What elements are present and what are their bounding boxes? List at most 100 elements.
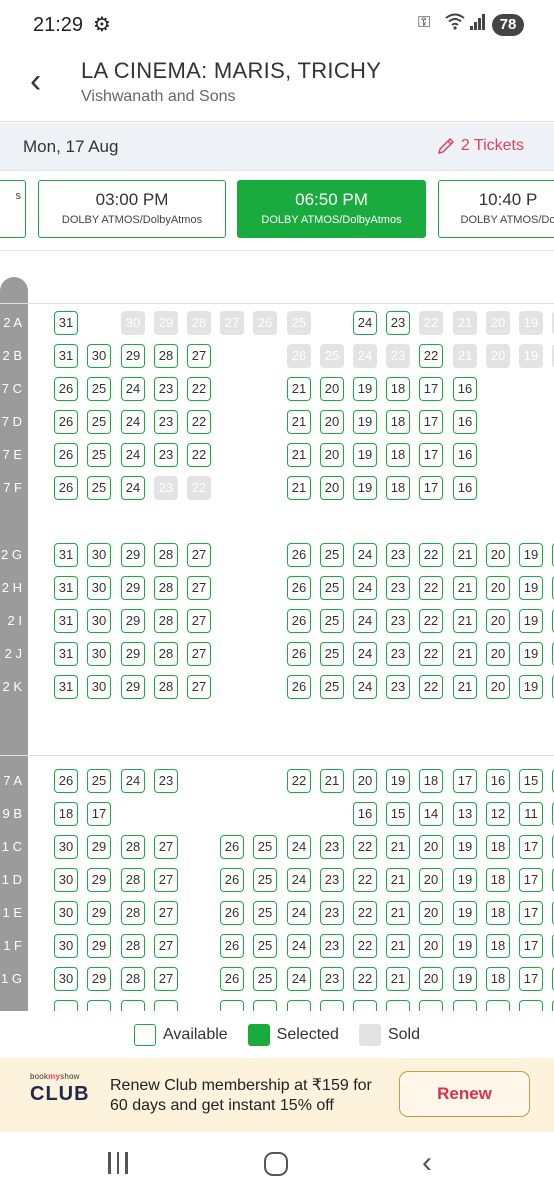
seat[interactable]: 31 (54, 642, 78, 666)
seat[interactable]: 20 (419, 835, 443, 859)
seat[interactable]: 23 (386, 675, 410, 699)
seat[interactable]: 24 (287, 901, 311, 925)
seat[interactable]: 18 (486, 967, 510, 991)
seat[interactable]: 18 (386, 476, 410, 500)
seat[interactable]: 27 (187, 642, 211, 666)
seat[interactable]: 20 (486, 311, 510, 335)
seat[interactable] (486, 1000, 510, 1011)
seat[interactable]: 31 (54, 609, 78, 633)
seat[interactable]: 19 (519, 675, 543, 699)
seat[interactable]: 23 (386, 344, 410, 368)
seat[interactable]: 17 (453, 769, 477, 793)
seat[interactable]: 22 (419, 311, 443, 335)
seat[interactable]: 19 (453, 901, 477, 925)
seat[interactable]: 21 (287, 443, 311, 467)
seat[interactable]: 22 (419, 609, 443, 633)
seat[interactable]: 28 (121, 901, 145, 925)
seat[interactable]: 23 (154, 410, 178, 434)
seat[interactable]: 26 (220, 901, 244, 925)
seat[interactable]: 22 (419, 675, 443, 699)
seat[interactable]: 24 (121, 443, 145, 467)
seat[interactable]: 18 (486, 934, 510, 958)
seat[interactable]: 28 (121, 934, 145, 958)
showtime-card[interactable]: 10:40 P DOLBY ATMOS/Do (438, 180, 554, 238)
seat[interactable]: 19 (453, 967, 477, 991)
seat[interactable]: 23 (154, 476, 178, 500)
seat[interactable]: 31 (54, 344, 78, 368)
seat[interactable]: 27 (187, 344, 211, 368)
seat[interactable]: 26 (287, 344, 311, 368)
seat[interactable]: 19 (519, 576, 543, 600)
seat[interactable]: 18 (54, 802, 78, 826)
seat[interactable]: 22 (353, 967, 377, 991)
seat[interactable]: 20 (486, 543, 510, 567)
seat[interactable]: 18 (486, 835, 510, 859)
seat[interactable]: 25 (320, 642, 344, 666)
seat[interactable]: 30 (87, 609, 111, 633)
seat[interactable]: 19 (519, 642, 543, 666)
seat[interactable]: 17 (87, 802, 111, 826)
nav-back-icon[interactable]: ‹ (422, 1148, 432, 1178)
seat[interactable] (453, 1000, 477, 1011)
seat[interactable]: 31 (54, 543, 78, 567)
seat[interactable]: 20 (320, 476, 344, 500)
seat[interactable]: 21 (453, 642, 477, 666)
seat[interactable]: 20 (353, 769, 377, 793)
seat[interactable]: 18 (386, 410, 410, 434)
showtime-card[interactable]: s (0, 180, 26, 238)
seat[interactable]: 13 (453, 802, 477, 826)
seat[interactable] (154, 1000, 178, 1011)
seat[interactable]: 24 (121, 410, 145, 434)
seat[interactable]: 25 (253, 934, 277, 958)
seat[interactable]: 24 (287, 835, 311, 859)
seat[interactable]: 21 (386, 835, 410, 859)
seat[interactable]: 20 (419, 868, 443, 892)
seat[interactable]: 22 (353, 835, 377, 859)
seat[interactable]: 28 (154, 576, 178, 600)
seat[interactable]: 26 (54, 410, 78, 434)
seat[interactable]: 24 (353, 609, 377, 633)
seat[interactable]: 21 (287, 410, 311, 434)
seat[interactable]: 26 (220, 868, 244, 892)
seat[interactable]: 19 (386, 769, 410, 793)
seat[interactable]: 20 (320, 443, 344, 467)
seat[interactable]: 21 (386, 967, 410, 991)
seat[interactable]: 25 (87, 443, 111, 467)
seat[interactable]: 24 (353, 344, 377, 368)
seat[interactable]: 29 (87, 934, 111, 958)
seat[interactable]: 20 (486, 609, 510, 633)
seat[interactable]: 28 (121, 967, 145, 991)
seat[interactable]: 18 (486, 901, 510, 925)
seat[interactable]: 25 (253, 868, 277, 892)
seat[interactable]: 19 (519, 543, 543, 567)
seat[interactable] (54, 1000, 78, 1011)
seat[interactable]: 18 (486, 868, 510, 892)
seat[interactable]: 31 (54, 675, 78, 699)
seat[interactable]: 22 (419, 576, 443, 600)
seat[interactable]: 26 (287, 576, 311, 600)
seat[interactable]: 24 (287, 967, 311, 991)
seat[interactable]: 25 (253, 967, 277, 991)
seat[interactable]: 21 (453, 675, 477, 699)
seat[interactable]: 24 (353, 543, 377, 567)
seat[interactable]: 20 (486, 344, 510, 368)
seat[interactable]: 21 (320, 769, 344, 793)
seat[interactable]: 18 (419, 769, 443, 793)
seat[interactable]: 20 (486, 675, 510, 699)
seat[interactable]: 22 (187, 410, 211, 434)
seat[interactable]: 17 (419, 410, 443, 434)
seat[interactable]: 16 (353, 802, 377, 826)
seat[interactable]: 22 (187, 377, 211, 401)
showtime-card[interactable]: 06:50 PM DOLBY ATMOS/DolbyAtmos (237, 180, 426, 238)
seat[interactable]: 25 (320, 344, 344, 368)
seat[interactable]: 24 (353, 311, 377, 335)
seat[interactable]: 29 (121, 675, 145, 699)
seat[interactable]: 22 (353, 934, 377, 958)
seat[interactable]: 20 (320, 410, 344, 434)
seat[interactable]: 21 (386, 868, 410, 892)
seat[interactable]: 29 (121, 543, 145, 567)
seat[interactable]: 30 (54, 835, 78, 859)
seat[interactable]: 17 (519, 901, 543, 925)
seat[interactable]: 24 (353, 642, 377, 666)
seat[interactable]: 29 (87, 835, 111, 859)
